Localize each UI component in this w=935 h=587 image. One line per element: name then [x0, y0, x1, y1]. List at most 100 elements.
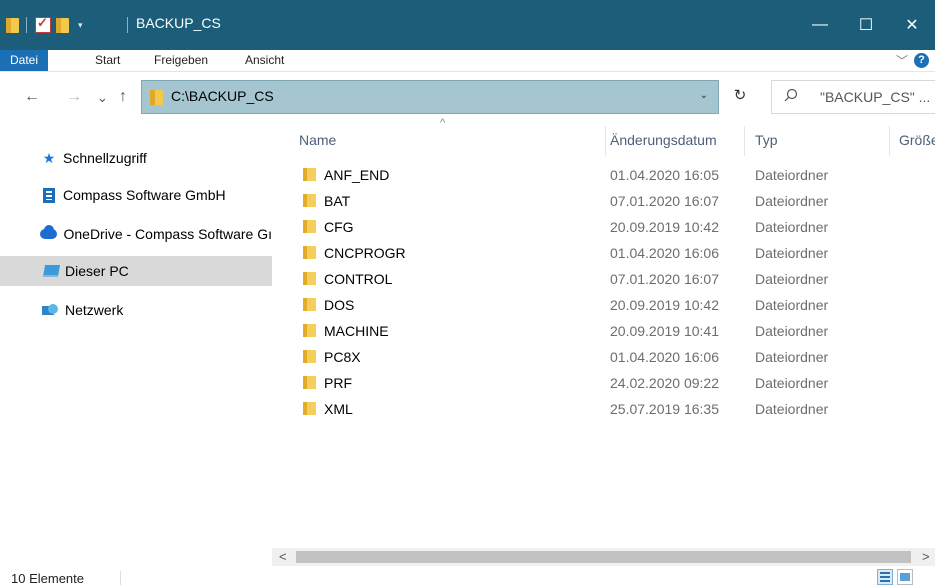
- address-dropdown-icon[interactable]: ⌄: [700, 90, 708, 101]
- maximize-button[interactable]: ☐: [843, 0, 889, 50]
- file-type: Dateiordner: [755, 271, 829, 287]
- table-row[interactable]: CNCPROGR 01.04.2020 16:06 Dateiordner: [272, 240, 935, 266]
- scroll-left-button[interactable]: <: [279, 549, 287, 564]
- column-divider[interactable]: [889, 126, 890, 156]
- table-row[interactable]: ANF_END 01.04.2020 16:05 Dateiordner: [272, 162, 935, 188]
- folder-icon: [303, 246, 316, 259]
- search-placeholder: "BACKUP_CS" ...: [820, 89, 931, 105]
- expand-ribbon-icon[interactable]: ﹀: [896, 52, 908, 69]
- column-header-size[interactable]: Größe: [899, 132, 935, 148]
- navigation-pane: ★ Schnellzugriff Compass Software GmbH O…: [0, 122, 272, 567]
- file-date: 20.09.2019 10:42: [610, 297, 719, 313]
- sidebar-item-onedrive[interactable]: OneDrive - Compass Software Gı: [0, 219, 272, 249]
- sidebar-item-compass-software[interactable]: Compass Software GmbH: [0, 180, 272, 210]
- file-type: Dateiordner: [755, 401, 829, 417]
- file-type: Dateiordner: [755, 323, 829, 339]
- forward-button[interactable]: →: [66, 88, 82, 106]
- tab-freigeben[interactable]: Freigeben: [154, 50, 208, 71]
- table-row[interactable]: PC8X 01.04.2020 16:06 Dateiordner: [272, 344, 935, 370]
- folder-icon: [303, 168, 316, 181]
- separator: [26, 16, 27, 34]
- refresh-button[interactable]: ↻: [729, 86, 751, 108]
- address-path: C:\BACKUP_CS: [171, 88, 274, 104]
- folder-icon: [303, 272, 316, 285]
- file-type: Dateiordner: [755, 375, 829, 391]
- tab-start[interactable]: Start: [95, 50, 120, 71]
- sidebar-item-schnellzugriff[interactable]: ★ Schnellzugriff: [0, 143, 272, 173]
- file-name: ANF_END: [324, 167, 390, 183]
- file-date: 07.01.2020 16:07: [610, 271, 719, 287]
- table-row[interactable]: DOS 20.09.2019 10:42 Dateiordner: [272, 292, 935, 318]
- column-header-name[interactable]: Name: [299, 132, 336, 148]
- up-button[interactable]: ↑: [119, 88, 127, 106]
- file-type: Dateiordner: [755, 245, 829, 261]
- building-icon: [43, 187, 55, 203]
- sidebar-item-label: Compass Software GmbH: [63, 187, 226, 203]
- new-folder-icon[interactable]: [56, 16, 69, 34]
- close-button[interactable]: ✕: [889, 0, 935, 50]
- details-view-icon[interactable]: [877, 569, 893, 585]
- help-icon[interactable]: ?: [914, 53, 929, 68]
- table-row[interactable]: CONTROL 07.01.2020 16:07 Dateiordner: [272, 266, 935, 292]
- separator: [127, 16, 128, 34]
- large-icons-view-icon[interactable]: [897, 569, 913, 585]
- sidebar-item-netzwerk[interactable]: Netzwerk: [0, 295, 272, 325]
- file-name: BAT: [324, 193, 351, 209]
- back-button[interactable]: ←: [24, 88, 40, 106]
- file-name: MACHINE: [324, 323, 389, 339]
- search-icon: [784, 88, 798, 105]
- search-box[interactable]: "BACKUP_CS" ...: [771, 80, 935, 114]
- file-name: PC8X: [324, 349, 361, 365]
- table-row[interactable]: XML 25.07.2019 16:35 Dateiordner: [272, 396, 935, 422]
- file-type: Dateiordner: [755, 297, 829, 313]
- scrollbar-thumb[interactable]: [296, 551, 911, 563]
- file-type: Dateiordner: [755, 193, 829, 209]
- folder-icon: [303, 220, 316, 233]
- folder-icon: [150, 90, 163, 105]
- table-row[interactable]: MACHINE 20.09.2019 10:41 Dateiordner: [272, 318, 935, 344]
- title-bar: ▾ BACKUP_CS — ☐ ✕: [0, 0, 935, 50]
- horizontal-scrollbar[interactable]: < >: [272, 548, 935, 566]
- status-bar: 10 Elemente: [0, 567, 935, 587]
- file-date: 01.04.2020 16:06: [610, 349, 719, 365]
- separator: [120, 571, 121, 585]
- file-type: Dateiordner: [755, 219, 829, 235]
- table-row[interactable]: BAT 07.01.2020 16:07 Dateiordner: [272, 188, 935, 214]
- sidebar-item-label: Dieser PC: [65, 263, 129, 279]
- table-row[interactable]: CFG 20.09.2019 10:42 Dateiordner: [272, 214, 935, 240]
- star-icon: ★: [42, 149, 56, 166]
- folder-icon: [303, 298, 316, 311]
- file-name: CNCPROGR: [324, 245, 406, 261]
- column-divider[interactable]: [605, 126, 606, 156]
- file-type: Dateiordner: [755, 167, 829, 183]
- tab-ansicht[interactable]: Ansicht: [245, 50, 284, 71]
- properties-icon[interactable]: [35, 15, 51, 34]
- file-date: 07.01.2020 16:07: [610, 193, 719, 209]
- file-list: ^ Name Änderungsdatum Typ Größe ANF_END …: [272, 117, 935, 567]
- customize-quick-access-icon[interactable]: ▾: [78, 16, 83, 34]
- column-header-date[interactable]: Änderungsdatum: [610, 132, 717, 148]
- folder-icon: [303, 376, 316, 389]
- table-row[interactable]: PRF 24.02.2020 09:22 Dateiordner: [272, 370, 935, 396]
- file-date: 20.09.2019 10:42: [610, 219, 719, 235]
- file-name: DOS: [324, 297, 355, 313]
- file-name: PRF: [324, 375, 352, 391]
- pc-icon: [42, 265, 61, 277]
- column-header-type[interactable]: Typ: [755, 132, 778, 148]
- file-name: XML: [324, 401, 353, 417]
- sort-ascending-icon: ^: [440, 117, 446, 129]
- file-name: CONTROL: [324, 271, 393, 287]
- sidebar-item-label: Schnellzugriff: [63, 150, 147, 166]
- column-divider[interactable]: [744, 126, 745, 156]
- file-date: 25.07.2019 16:35: [610, 401, 719, 417]
- recent-locations-button[interactable]: ⌄: [97, 90, 108, 106]
- minimize-button[interactable]: —: [797, 0, 843, 50]
- sidebar-item-label: OneDrive - Compass Software Gı: [63, 226, 272, 242]
- address-bar[interactable]: C:\BACKUP_CS ⌄: [141, 80, 719, 114]
- tab-datei[interactable]: Datei: [0, 50, 49, 71]
- scroll-right-button[interactable]: >: [922, 549, 930, 564]
- sidebar-item-dieser-pc[interactable]: Dieser PC: [0, 256, 272, 286]
- item-count: 10 Elemente: [11, 571, 84, 586]
- file-date: 20.09.2019 10:41: [610, 323, 719, 339]
- folder-icon: [303, 324, 316, 337]
